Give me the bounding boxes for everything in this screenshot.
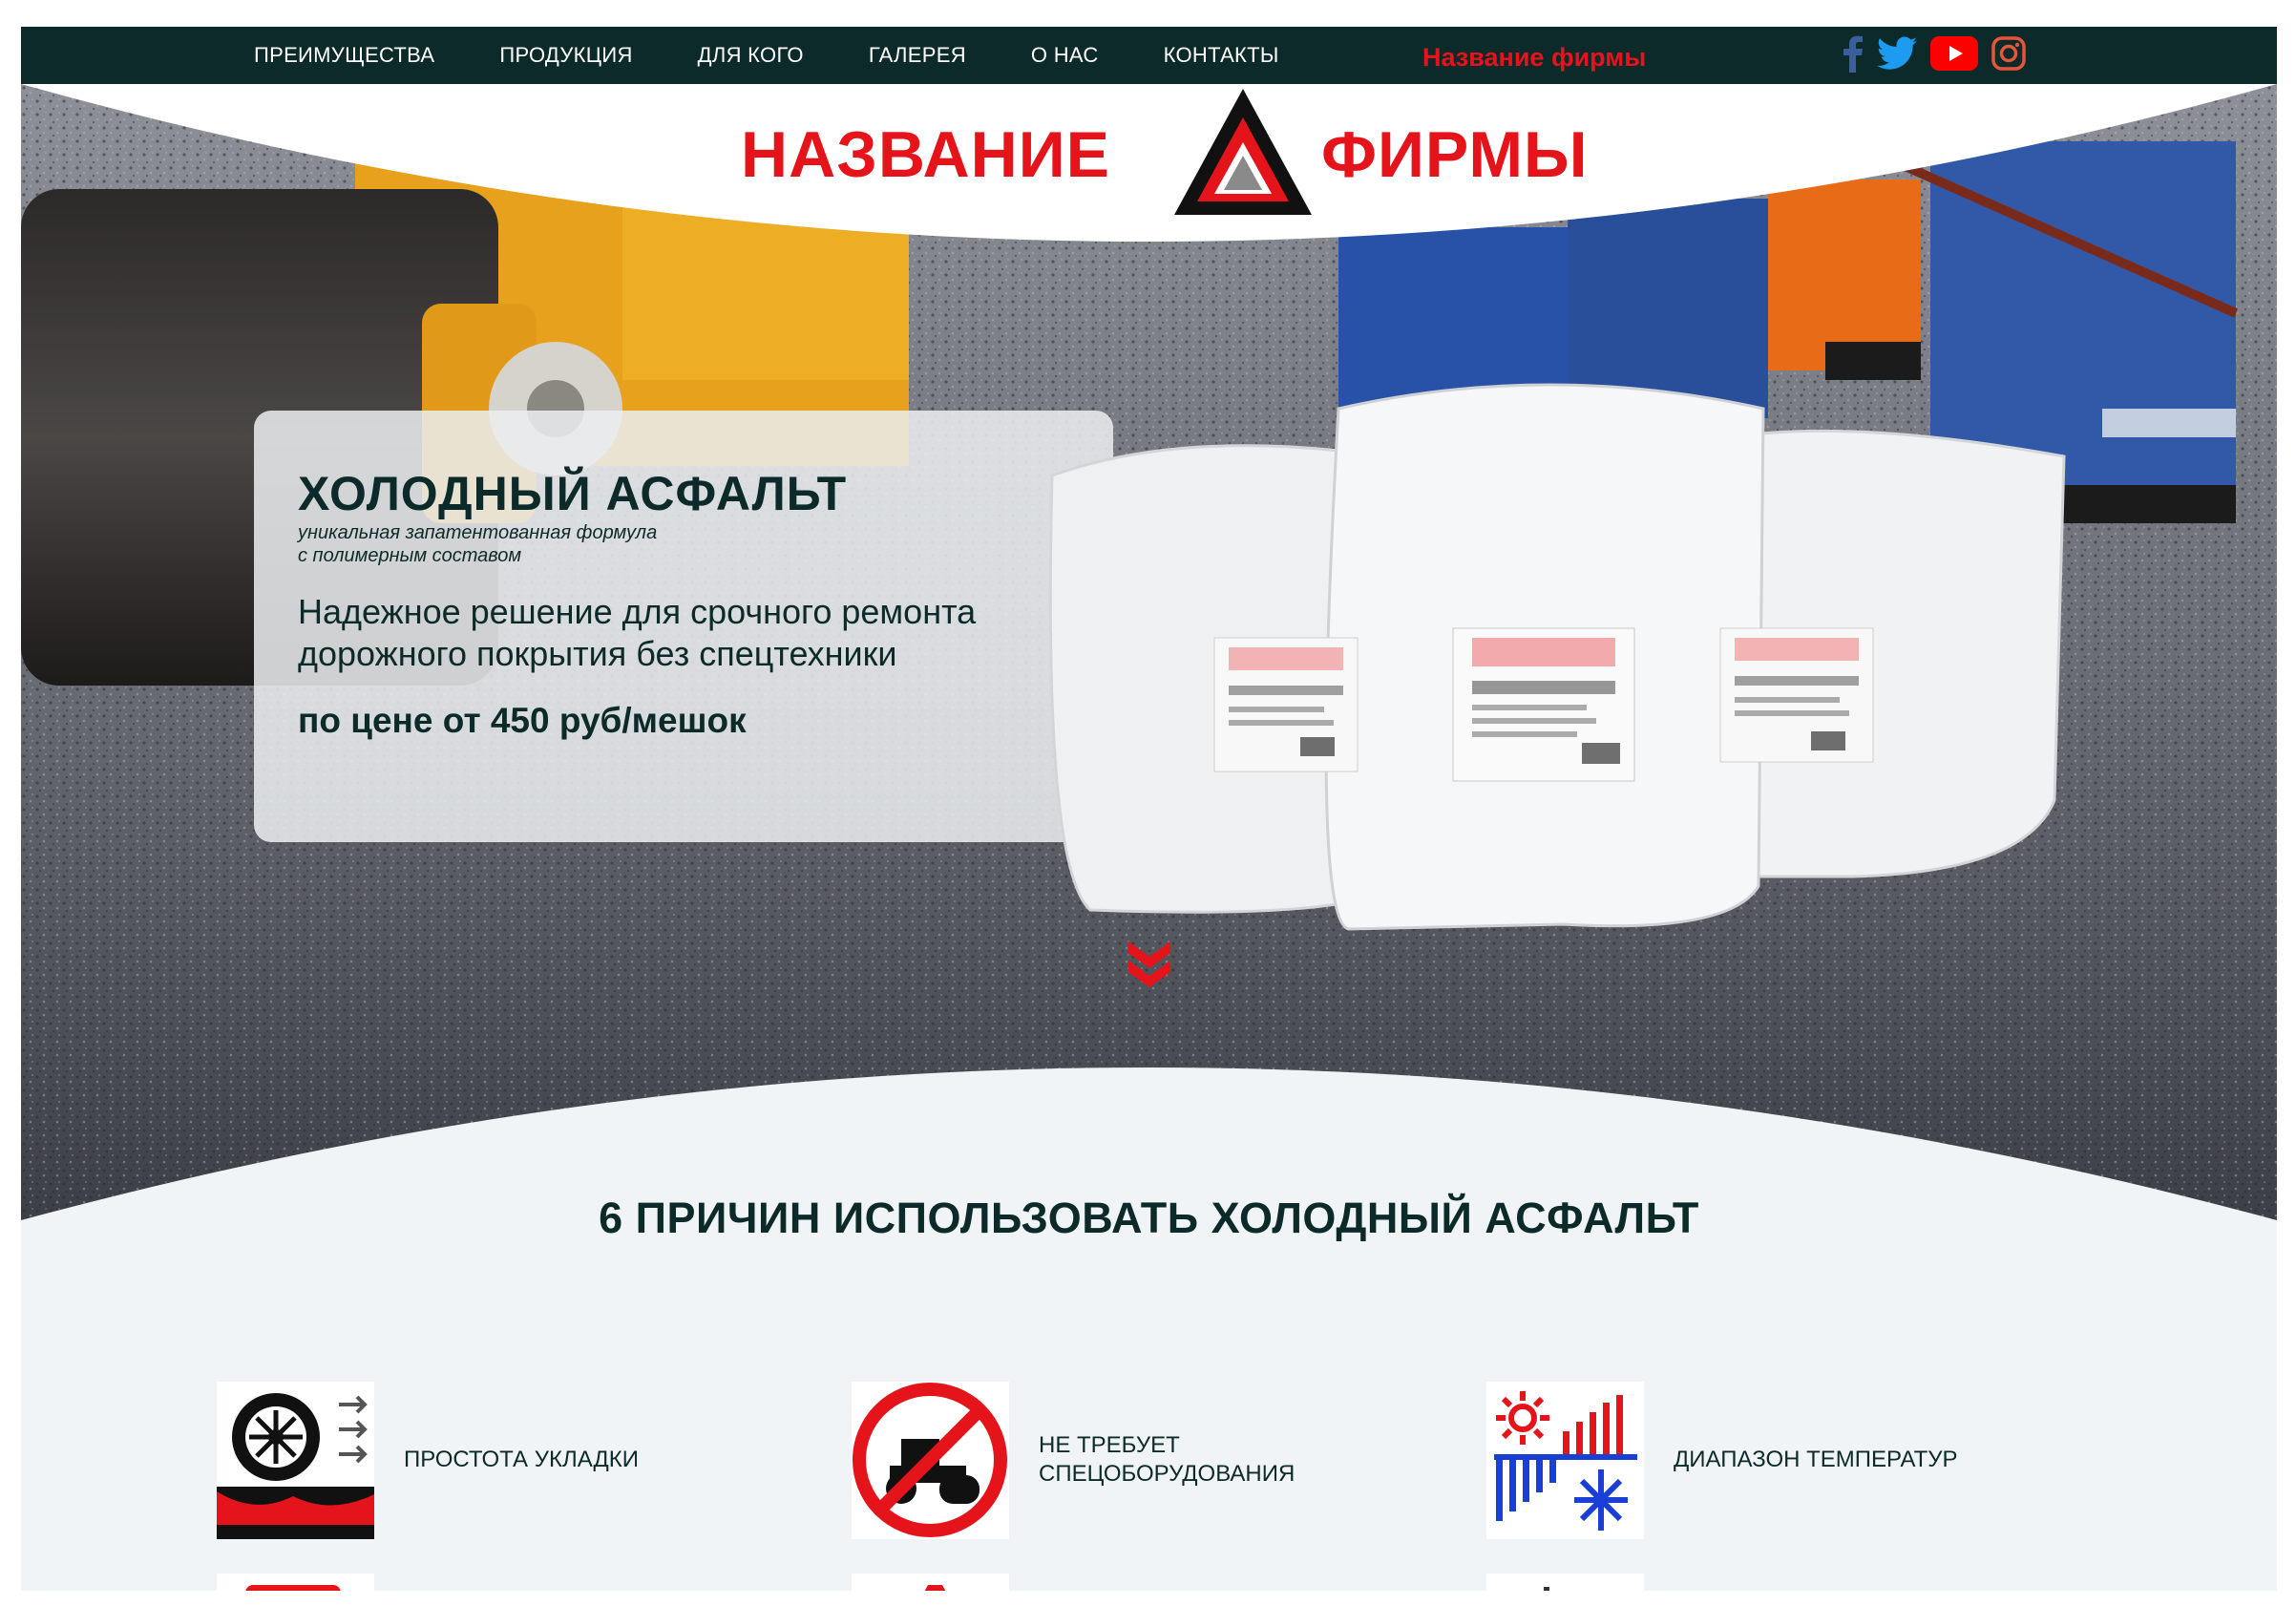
top-navigation: ПРЕИМУЩЕСТВА ПРОДУКЦИЯ ДЛЯ КОГО ГАЛЕРЕЯ … <box>21 27 2277 84</box>
company-logo[interactable]: НАЗВАНИЕ ФИРМЫ <box>741 89 1600 232</box>
hero-description-line1: Надежное решение для срочного ремонта <box>298 592 977 631</box>
next-feature-icon-partial <box>217 1574 374 1591</box>
no-roller-icon <box>852 1382 1009 1539</box>
twitter-icon[interactable] <box>1877 36 1917 75</box>
feature-label-line1: НЕ ТРЕБУЕТ <box>1039 1432 1180 1458</box>
feature-label: ПРОСТОТА УКЛАДКИ <box>404 1447 639 1472</box>
feature-item-no-equipment: НЕ ТРЕБУЕТ СПЕЦОБОРУДОВАНИЯ <box>852 1382 1386 1539</box>
nav-item-for-whom[interactable]: ДЛЯ КОГО <box>698 43 804 68</box>
facebook-icon[interactable] <box>1843 34 1864 77</box>
hero-price: по цене от 450 руб/мешок <box>298 701 747 740</box>
feature-item-simple-laying: ПРОСТОТА УКЛАДКИ <box>217 1382 751 1539</box>
product-bags-image <box>1048 383 2066 931</box>
hero-description-line2: дорожного покрытия без спецтехники <box>298 634 897 673</box>
hero-section: НАЗВАНИЕ ФИРМЫ ХОЛОДНЫЙ АСФАЛЬТ уникальн… <box>21 84 2277 1220</box>
feature-label: ДИАПАЗОН ТЕМПЕРАТУР <box>1674 1447 1958 1472</box>
reasons-title: 6 ПРИЧИН ИСПОЛЬЗОВАТЬ ХОЛОДНЫЙ АСФАЛЬТ <box>599 1194 1699 1242</box>
hero-subtitle-line1: уникальная запатентованная формула <box>298 522 658 543</box>
hero-title: ХОЛОДНЫЙ АСФАЛЬТ <box>298 467 848 520</box>
logo-triangle-icon <box>1174 89 1312 215</box>
temperature-range-icon <box>1486 1382 1644 1539</box>
next-feature-icon-partial <box>852 1574 1009 1591</box>
feature-label-line2: СПЕЦОБОРУДОВАНИЯ <box>1039 1461 1295 1487</box>
logo-text-right: ФИРМЫ <box>1321 118 1589 191</box>
nav-item-gallery[interactable]: ГАЛЕРЕЯ <box>869 43 966 68</box>
wheel-rolling-icon <box>217 1382 374 1539</box>
nav-item-advantages[interactable]: ПРЕИМУЩЕСТВА <box>254 43 434 68</box>
next-feature-icon-partial <box>1486 1574 1644 1591</box>
instagram-icon[interactable] <box>1991 35 2026 75</box>
page-frame: ПРЕИМУЩЕСТВА ПРОДУКЦИЯ ДЛЯ КОГО ГАЛЕРЕЯ … <box>21 27 2277 1591</box>
nav-brand-name[interactable]: Название фирмы <box>1422 43 1646 73</box>
nav-item-contacts[interactable]: КОНТАКТЫ <box>1164 43 1279 68</box>
logo-text-left: НАЗВАНИЕ <box>741 118 1110 191</box>
hero-subtitle-line2: с полимерным составом <box>298 545 522 566</box>
nav-item-about[interactable]: О НАС <box>1031 43 1099 68</box>
youtube-icon[interactable] <box>1930 35 1978 75</box>
feature-item-temperature-range: ДИАПАЗОН ТЕМПЕРАТУР <box>1486 1382 2021 1539</box>
nav-menu: ПРЕИМУЩЕСТВА ПРОДУКЦИЯ ДЛЯ КОГО ГАЛЕРЕЯ … <box>254 27 1344 84</box>
social-links <box>1843 34 2039 76</box>
nav-item-products[interactable]: ПРОДУКЦИЯ <box>499 43 632 68</box>
scroll-down-chevron-icon[interactable] <box>1121 936 1178 989</box>
